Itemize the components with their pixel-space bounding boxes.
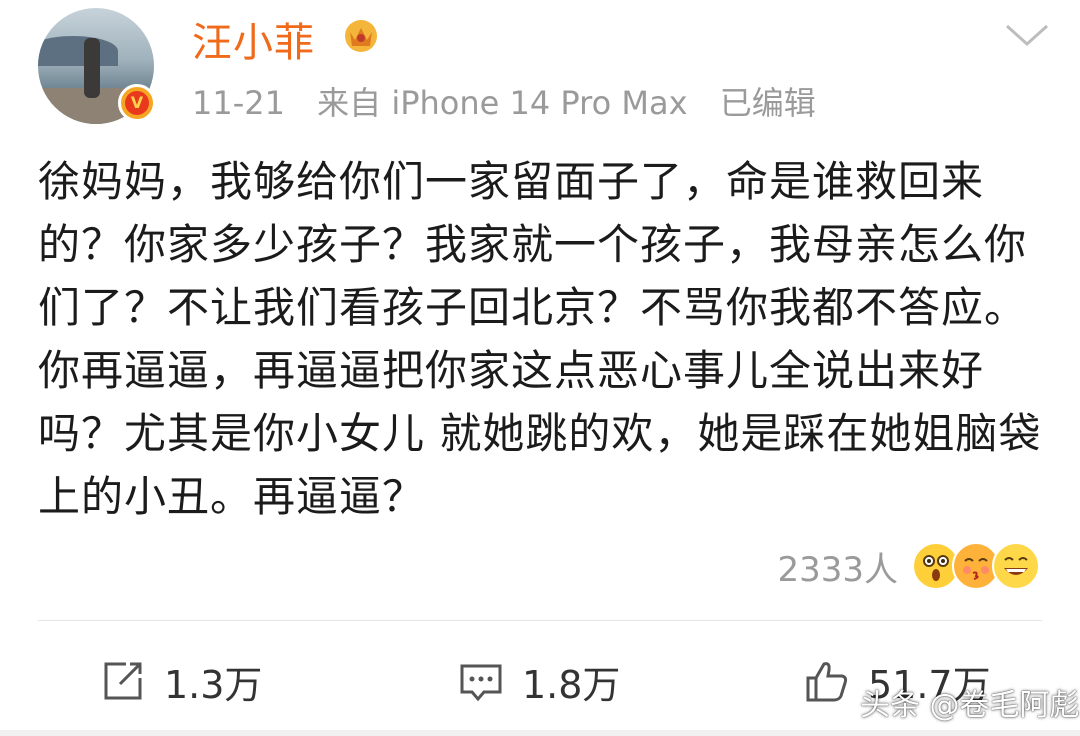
bottom-bar [0, 730, 1080, 736]
comment-icon [460, 664, 502, 702]
post-meta: 11-21 来自 iPhone 14 Pro Max 已编辑 [192, 78, 838, 124]
author-name[interactable]: 汪小菲 [192, 10, 315, 68]
avatar-person [84, 38, 100, 98]
repost-count: 1.3万 [164, 662, 263, 707]
reactions-bar[interactable]: 2333人 [777, 538, 1040, 594]
comment-button[interactable]: 1.8万 [458, 646, 620, 716]
grin-emoji-icon [992, 542, 1040, 590]
reaction-count: 2333人 [777, 549, 898, 590]
repost-button[interactable]: 1.3万 [100, 646, 262, 716]
verified-badge-icon: V [118, 84, 156, 122]
thumbs-up-icon [806, 662, 848, 702]
watermark: 头条 @卷毛阿彪 [860, 688, 1080, 723]
chevron-down-icon[interactable] [1004, 20, 1050, 50]
comment-count: 1.8万 [522, 662, 621, 707]
avatar-hill [38, 36, 118, 66]
post-date: 11-21 [192, 84, 285, 122]
divider [38, 620, 1042, 621]
edited-label[interactable]: 已编辑 [720, 84, 816, 122]
v-letter: V [125, 91, 149, 115]
post-source: 来自 iPhone 14 Pro Max [317, 84, 688, 122]
post-text: 徐妈妈，我够给你们一家留面子了，命是谁救回来的？你家多少孩子？我家就一个孩子，我… [38, 157, 1042, 521]
repost-icon [104, 662, 142, 700]
crown-icon [345, 20, 377, 52]
